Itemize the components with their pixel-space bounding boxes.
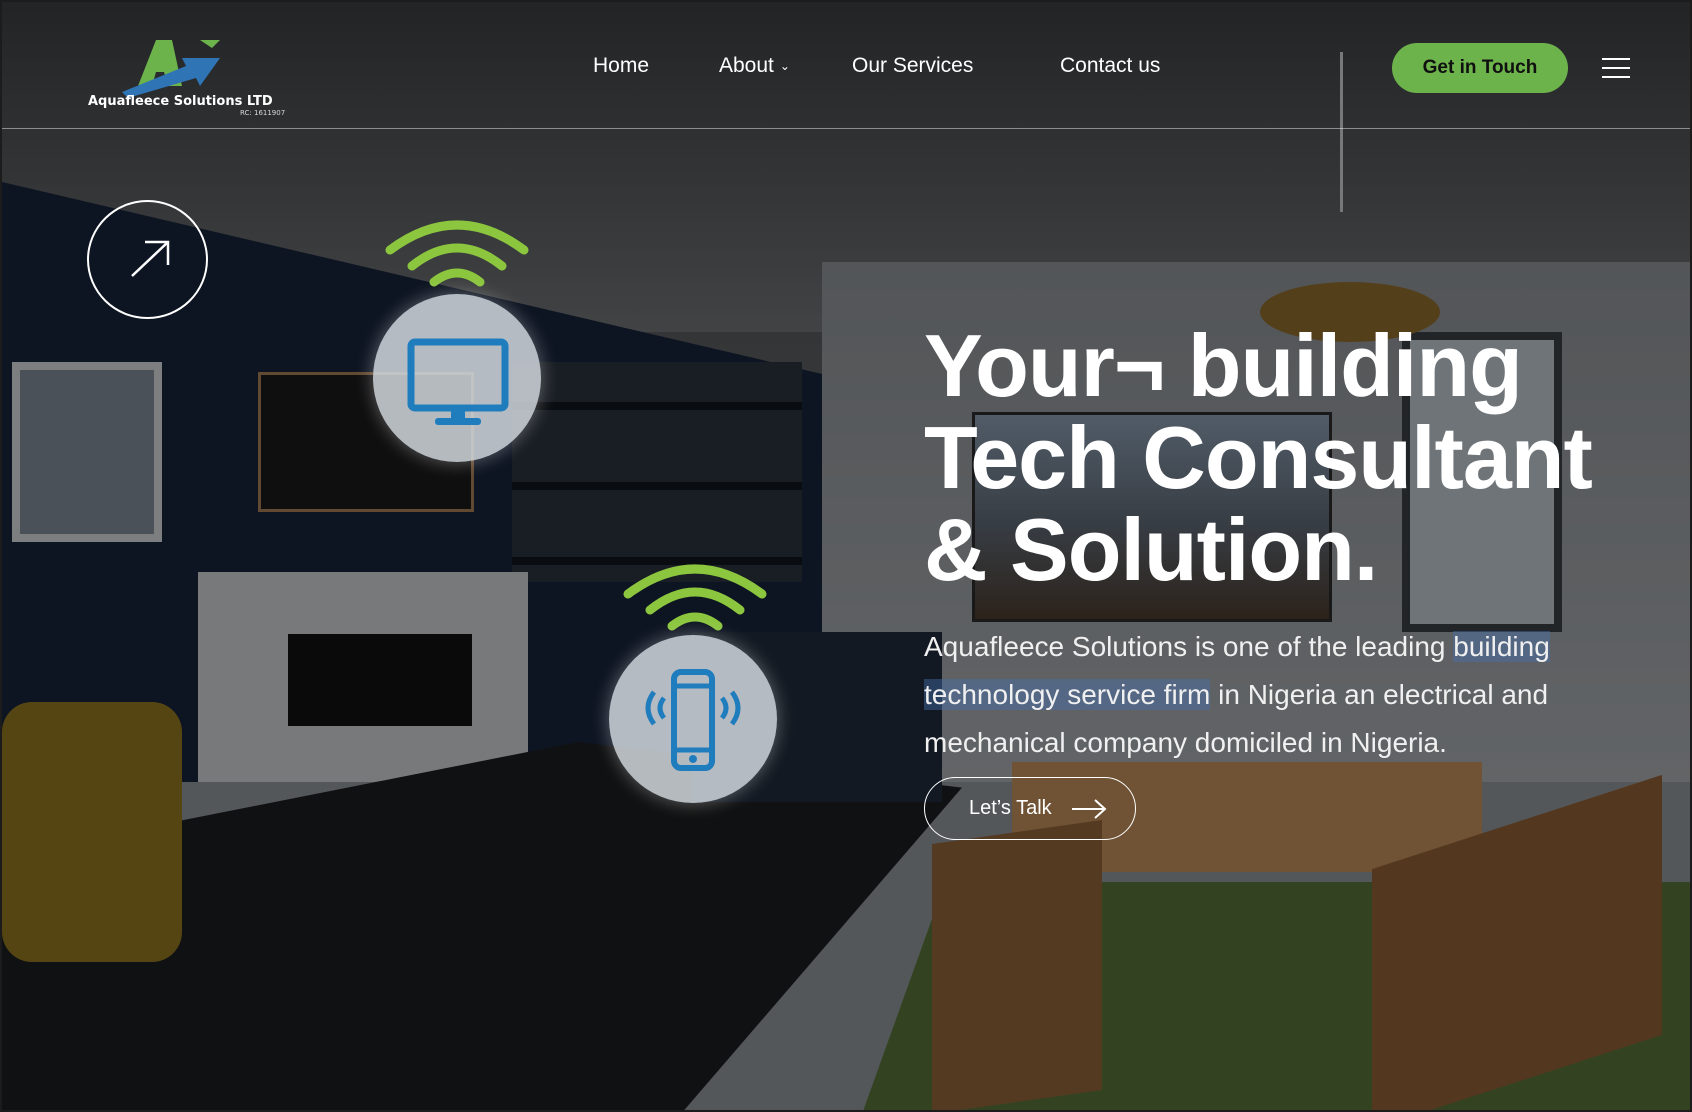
hero-title: Your¬ building Tech Consultant & Solutio…	[924, 320, 1644, 596]
hamburger-icon[interactable]	[1602, 58, 1630, 80]
nav-home[interactable]: Home	[593, 54, 649, 78]
brand-logo[interactable]: Aquafleece Solutions LTD RC: 1611907	[88, 36, 285, 120]
wifi-signal-icon	[385, 220, 529, 287]
arrow-right-icon	[1072, 799, 1107, 819]
nav-about-label: About	[719, 54, 774, 77]
nav-about[interactable]: About ⌄	[719, 54, 790, 78]
site-header: Aquafleece Solutions LTD RC: 1611907 Hom…	[2, 2, 1690, 129]
hero-description: Aquafleece Solutions is one of the leadi…	[924, 623, 1654, 767]
nav-contact-us[interactable]: Contact us	[1060, 54, 1160, 78]
lets-talk-label: Let’s Talk	[969, 797, 1052, 819]
nav-our-services[interactable]: Our Services	[852, 54, 973, 78]
hero-title-line: Tech Consultant	[924, 408, 1593, 507]
arrow-up-right-icon	[131, 240, 170, 277]
get-in-touch-button[interactable]: Get in Touch	[1392, 43, 1568, 93]
page: Aquafleece Solutions LTD RC: 1611907 Hom…	[0, 0, 1692, 1112]
wifi-signal-icon	[623, 564, 767, 631]
lets-talk-button[interactable]: Let’s Talk	[924, 777, 1136, 840]
brand-name: Aquafleece Solutions LTD	[88, 94, 273, 109]
smartphone-icon	[645, 669, 741, 771]
brand-rc-number: RC: 1611907	[240, 109, 286, 117]
chevron-down-icon: ⌄	[779, 59, 790, 74]
logo-mark-icon	[122, 40, 220, 98]
hero-description-text: Aquafleece Solutions is one of the leadi…	[924, 631, 1454, 662]
hero-title-line: & Solution.	[924, 500, 1378, 599]
monitor-icon	[407, 338, 509, 425]
scroll-arrow-button[interactable]	[87, 200, 208, 319]
hero-title-line: Your¬ building	[924, 316, 1523, 415]
